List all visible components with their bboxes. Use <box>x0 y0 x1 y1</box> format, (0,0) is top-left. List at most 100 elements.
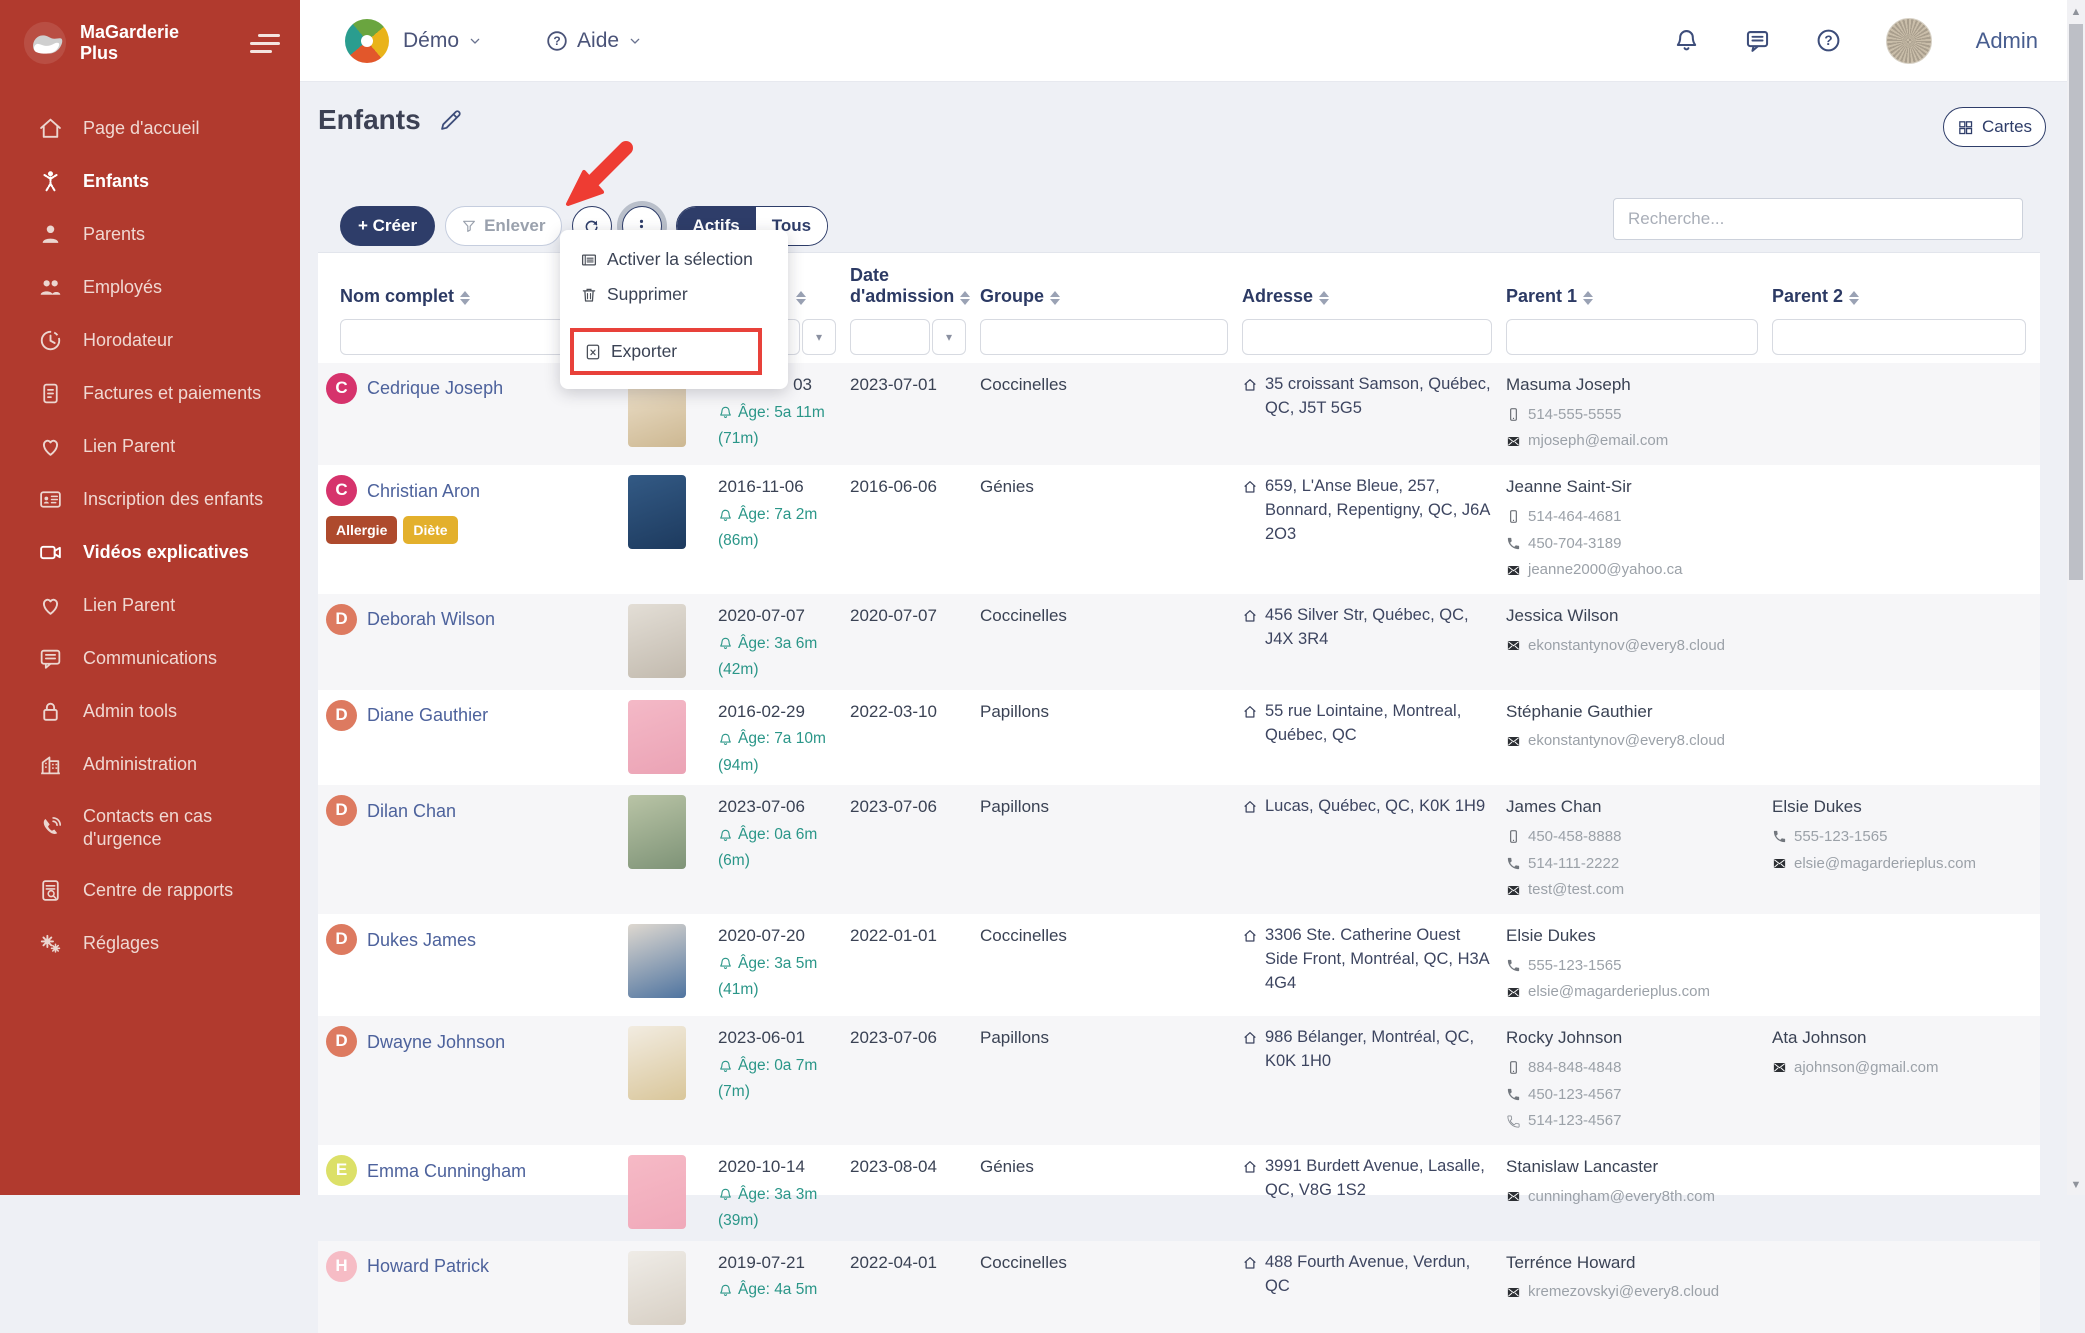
sidebar-item-lien-parent[interactable]: Lien Parent <box>0 420 300 473</box>
column-header-date-d-admission[interactable]: Date d'admission <box>850 265 968 308</box>
annotation-arrow <box>552 136 636 216</box>
sort-icon[interactable] <box>1050 291 1060 308</box>
house-icon <box>1242 608 1258 624</box>
cards-view-button[interactable]: Cartes <box>1943 107 2046 147</box>
filter-adresse[interactable] <box>1242 319 1492 355</box>
sidebar-item-employes[interactable]: Employés <box>0 261 300 314</box>
column-header-parent-2[interactable]: Parent 2 <box>1772 286 2040 308</box>
age-line: Âge: 5a 11m <box>718 402 836 424</box>
search-input[interactable] <box>1613 198 2023 240</box>
chat-icon <box>38 646 63 671</box>
parent-2-cell <box>1772 690 2040 786</box>
filter-date-admission[interactable] <box>850 319 930 355</box>
age-months: (39m) <box>718 1210 836 1232</box>
children-table: Nom completDate d'admissionGroupeAdresse… <box>318 252 2040 1195</box>
sidebar-item-parents[interactable]: Parents <box>0 208 300 261</box>
sort-icon[interactable] <box>796 291 806 308</box>
table-row[interactable]: D Dukes James 2020-07-20 Âge: 3a 5m (41m… <box>318 914 2040 1016</box>
scroll-up-arrow[interactable]: ▲ <box>2067 6 2085 18</box>
table-row[interactable]: D Diane Gauthier 2016-02-29 Âge: 7a 10m … <box>318 690 2040 786</box>
org-name: Démo <box>403 29 459 53</box>
help-menu[interactable]: Aide <box>545 29 643 53</box>
child-name-link[interactable]: Diane Gauthier <box>367 702 488 728</box>
child-name-link[interactable]: Dukes James <box>367 927 476 953</box>
sort-icon[interactable] <box>1583 291 1593 308</box>
child-name-link[interactable]: Dwayne Johnson <box>367 1029 505 1055</box>
column-header-adresse[interactable]: Adresse <box>1242 286 1506 308</box>
notifications-bell-icon[interactable] <box>1673 27 1700 54</box>
sidebar-item-page-d-accueil[interactable]: Page d'accueil <box>0 102 300 155</box>
hamburger-menu-icon[interactable] <box>250 34 280 53</box>
filter-parent-1[interactable] <box>1506 319 1758 355</box>
sidebar-item-factures-et-paiements[interactable]: Factures et paiements <box>0 367 300 420</box>
address: 456 Silver Str, Québec, QC, J4X 3R4 <box>1265 604 1492 682</box>
sort-icon[interactable] <box>1849 291 1859 308</box>
email-icon <box>1506 1189 1521 1204</box>
child-icon <box>38 169 63 194</box>
house-icon <box>1242 799 1258 815</box>
create-button[interactable]: + Créer <box>340 206 435 246</box>
child-name-link[interactable]: Christian Aron <box>367 478 480 504</box>
sort-icon[interactable] <box>960 291 970 308</box>
sidebar-item-reglages[interactable]: Réglages <box>0 917 300 970</box>
filter-groupe[interactable] <box>980 319 1228 355</box>
group-name: Génies <box>980 465 1242 594</box>
address: Lucas, Québec, QC, K0K 1H9 <box>1265 795 1485 906</box>
child-name-link[interactable]: Deborah Wilson <box>367 606 495 632</box>
remove-filter-button[interactable]: Enlever <box>445 206 561 246</box>
child-name-link[interactable]: Cedrique Joseph <box>367 375 503 401</box>
org-switcher[interactable]: Démo <box>403 29 483 53</box>
parent-name: Elsie Dukes <box>1772 795 2026 820</box>
sidebar-item-contacts-en-cas-d-urgence[interactable]: Contacts en cas d'urgence <box>0 791 300 864</box>
sidebar-item-communications[interactable]: Communications <box>0 632 300 685</box>
support-question-icon[interactable] <box>1815 27 1842 54</box>
invoice-icon <box>38 381 63 406</box>
contact-value: ajohnson@gmail.com <box>1794 1057 1938 1079</box>
child-name-link[interactable]: Howard Patrick <box>367 1253 489 1279</box>
menu-item-supprimer[interactable]: Supprimer <box>560 277 788 312</box>
sidebar-item-admin-tools[interactable]: Admin tools <box>0 685 300 738</box>
messages-icon[interactable] <box>1744 27 1771 54</box>
menu-item-activer-la-selection[interactable]: Activer la sélection <box>560 242 788 277</box>
sidebar-item-label: Factures et paiements <box>83 382 261 405</box>
table-row[interactable]: E Emma Cunningham 2020-10-14 Âge: 3a 3m … <box>318 1145 2040 1241</box>
parent-name: Ata Johnson <box>1772 1026 2026 1051</box>
column-header-groupe[interactable]: Groupe <box>980 286 1242 308</box>
user-avatar[interactable] <box>1886 18 1932 64</box>
parent-2-cell: Ata Johnson ajohnson@gmail.com <box>1772 1016 2040 1145</box>
sort-icon[interactable] <box>1319 291 1329 308</box>
filter-date-admission-select[interactable]: ▾ <box>932 319 966 355</box>
table-row[interactable]: C Christian Aron AllergieDiète 2016-11-0… <box>318 465 2040 594</box>
sidebar-item-horodateur[interactable]: Horodateur <box>0 314 300 367</box>
child-name-link[interactable]: Emma Cunningham <box>367 1158 526 1184</box>
table-row[interactable]: D Dilan Chan 2023-07-06 Âge: 0a 6m (6m) … <box>318 785 2040 914</box>
group-name: Papillons <box>980 1016 1242 1145</box>
heart-icon <box>38 434 63 459</box>
parent-1-cell: Terrénce Howardkremezovskyi@every8.cloud <box>1506 1241 1772 1333</box>
column-header-parent-1[interactable]: Parent 1 <box>1506 286 1772 308</box>
table-row[interactable]: D Dwayne Johnson 2023-06-01 Âge: 0a 7m (… <box>318 1016 2040 1145</box>
scrollbar-thumb[interactable] <box>2069 24 2083 580</box>
sidebar-item-centre-de-rapports[interactable]: Centre de rapports <box>0 864 300 917</box>
filter-parent-2[interactable] <box>1772 319 2026 355</box>
menu-item-exporter[interactable]: Exporter <box>574 332 758 371</box>
scroll-down-arrow[interactable]: ▼ <box>2067 1179 2085 1191</box>
edit-title-pencil-icon[interactable] <box>437 107 464 134</box>
table-row[interactable]: H Howard Patrick 2019-07-21 Âge: 4a 5m 2… <box>318 1241 2040 1333</box>
age-bell-icon <box>718 1283 733 1298</box>
sidebar-item-enfants[interactable]: Enfants <box>0 155 300 208</box>
page-scrollbar[interactable]: ▲ ▼ <box>2067 0 2085 1195</box>
sidebar-item-inscription-des-enfants[interactable]: Inscription des enfants <box>0 473 300 526</box>
contact-value: test@test.com <box>1528 879 1624 901</box>
sidebar-item-videos-explicatives[interactable]: Vidéos explicatives <box>0 526 300 579</box>
admission-date: 2016-06-06 <box>850 475 966 500</box>
sort-icon[interactable] <box>460 291 470 308</box>
sidebar-item-label: Communications <box>83 647 217 670</box>
child-name-link[interactable]: Dilan Chan <box>367 798 456 824</box>
table-row[interactable]: D Deborah Wilson 2020-07-07 Âge: 3a 6m (… <box>318 594 2040 690</box>
email-icon <box>1506 734 1521 749</box>
sidebar-item-administration[interactable]: Administration <box>0 738 300 791</box>
actions-dropdown-menu: Activer la sélectionSupprimer Exporter <box>560 230 788 389</box>
sidebar-item-lien-parent[interactable]: Lien Parent <box>0 579 300 632</box>
filter-date-naissance-select[interactable]: ▾ <box>802 319 836 355</box>
